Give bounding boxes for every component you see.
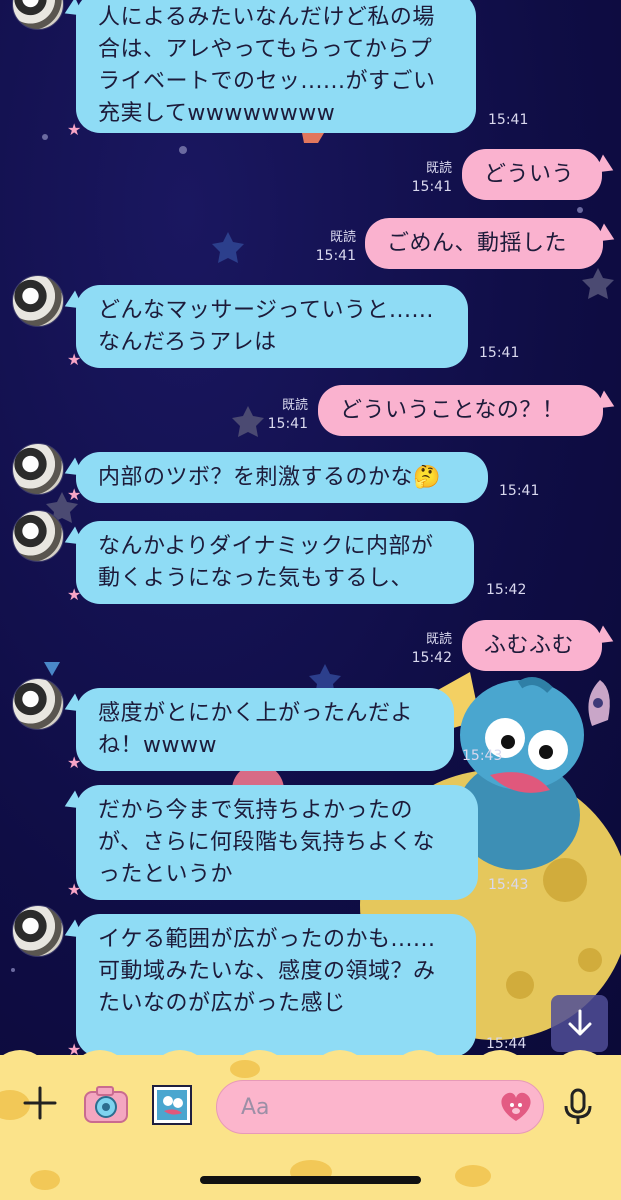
message-input[interactable] — [216, 1080, 544, 1134]
message-bubble[interactable]: どういう — [462, 149, 602, 200]
sender-avatar[interactable] — [12, 510, 64, 562]
arrow-down-icon — [568, 1009, 591, 1036]
star-icon: ★ — [67, 585, 82, 604]
message-time: 15:41 — [267, 416, 308, 432]
star-icon: ★ — [67, 350, 82, 369]
mic-icon[interactable] — [563, 1088, 593, 1126]
message-time: 15:41 — [315, 248, 356, 264]
read-label: 既読 — [281, 398, 308, 413]
read-receipt: 既読 15:41 — [310, 229, 356, 266]
message-bubble[interactable]: 内部のツボ？を刺激するのかな🤔 — [76, 452, 488, 503]
bar-spot-decoration — [230, 1060, 260, 1078]
message-bubble[interactable]: どんなマッサージっていうと......なんだろうアレは — [76, 285, 468, 368]
message-time: 15:41 — [411, 179, 452, 195]
bar-wave-decoration — [0, 1050, 621, 1069]
emoji-icon[interactable] — [498, 1089, 534, 1123]
message-time: 15:42 — [411, 650, 452, 666]
bar-spot-decoration — [455, 1165, 491, 1187]
star-icon: ★ — [67, 485, 82, 504]
message-time: 15:43 — [488, 877, 529, 893]
read-receipt: 既読 15:41 — [262, 397, 308, 434]
read-label: 既読 — [329, 230, 356, 245]
bar-spot-decoration — [30, 1170, 60, 1190]
message-bubble[interactable]: ごめん、動揺した — [365, 218, 603, 269]
read-label: 既読 — [425, 632, 452, 647]
star-icon: ★ — [67, 120, 82, 139]
message-time: 15:41 — [479, 345, 520, 361]
message-bubble[interactable]: ふむふむ — [462, 620, 602, 671]
message-bubble[interactable]: なんかよりダイナミックに内部が動くようになった気もするし、 — [76, 521, 474, 604]
message-time: 15:42 — [486, 582, 527, 598]
message-bubble[interactable]: だから今まで気持ちよかったのが、さらに何段階も気持ちよくなったというか — [76, 785, 478, 900]
message-bubble[interactable]: 人によるみたいなんだけど私の場合は、アレやってもらってからプライベートでのセッ.… — [76, 0, 476, 133]
message-time: 15:41 — [488, 112, 529, 128]
message-bubble[interactable]: イケる範囲が広がったのかも......可動域みたいな、感度の領域？みたいなのが広… — [76, 914, 476, 1055]
sender-avatar[interactable] — [12, 905, 64, 957]
read-receipt: 既読 15:42 — [406, 631, 452, 668]
sender-avatar[interactable] — [12, 678, 64, 730]
camera-icon[interactable] — [83, 1084, 129, 1124]
message-time: 15:43 — [462, 748, 503, 764]
home-indicator — [200, 1176, 421, 1184]
message-bubble[interactable]: どういうことなの？！ — [318, 385, 603, 436]
message-bubble[interactable]: 感度がとにかく上がったんだよね！wwww — [76, 688, 454, 771]
chat-background: 人によるみたいなんだけど私の場合は、アレやってもらってからプライベートでのセッ.… — [0, 0, 621, 1055]
message-time: 15:41 — [499, 483, 540, 499]
read-label: 既読 — [425, 161, 452, 176]
star-icon: ★ — [67, 880, 82, 899]
sender-avatar[interactable] — [12, 443, 64, 495]
read-receipt: 既読 15:41 — [406, 160, 452, 197]
gallery-icon[interactable] — [150, 1083, 194, 1127]
sender-avatar[interactable] — [12, 275, 64, 327]
star-icon: ★ — [67, 753, 82, 772]
plus-icon[interactable] — [22, 1085, 58, 1121]
